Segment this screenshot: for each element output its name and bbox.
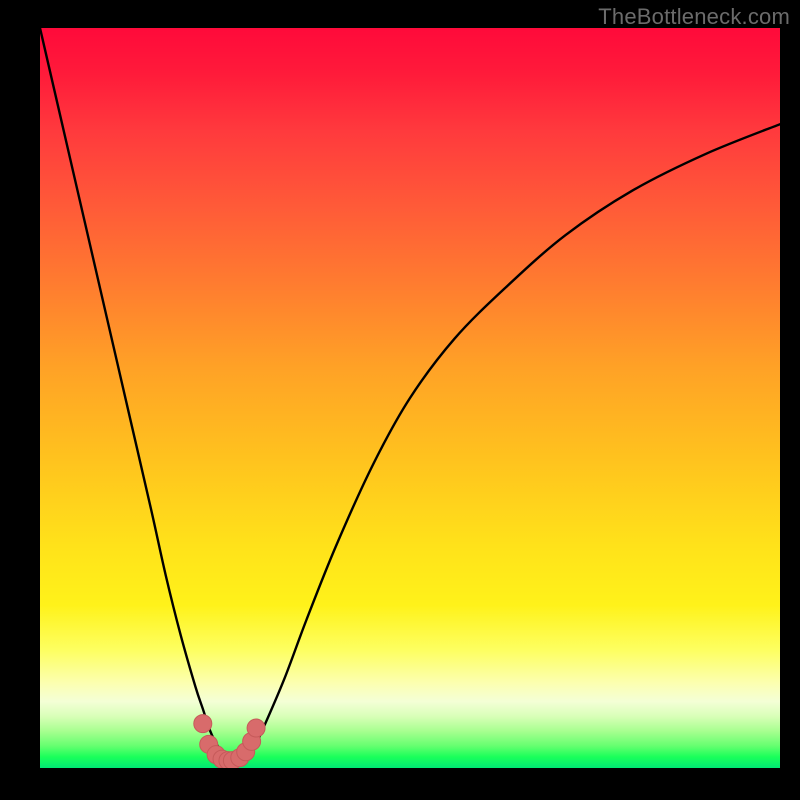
plot-area	[40, 28, 780, 768]
bottleneck-curve	[40, 28, 780, 757]
trough-marker	[194, 715, 212, 733]
watermark-text: TheBottleneck.com	[598, 4, 790, 30]
chart-frame: TheBottleneck.com	[0, 0, 800, 800]
curve-layer	[40, 28, 780, 768]
trough-marker	[247, 719, 265, 737]
trough-markers	[194, 715, 265, 768]
